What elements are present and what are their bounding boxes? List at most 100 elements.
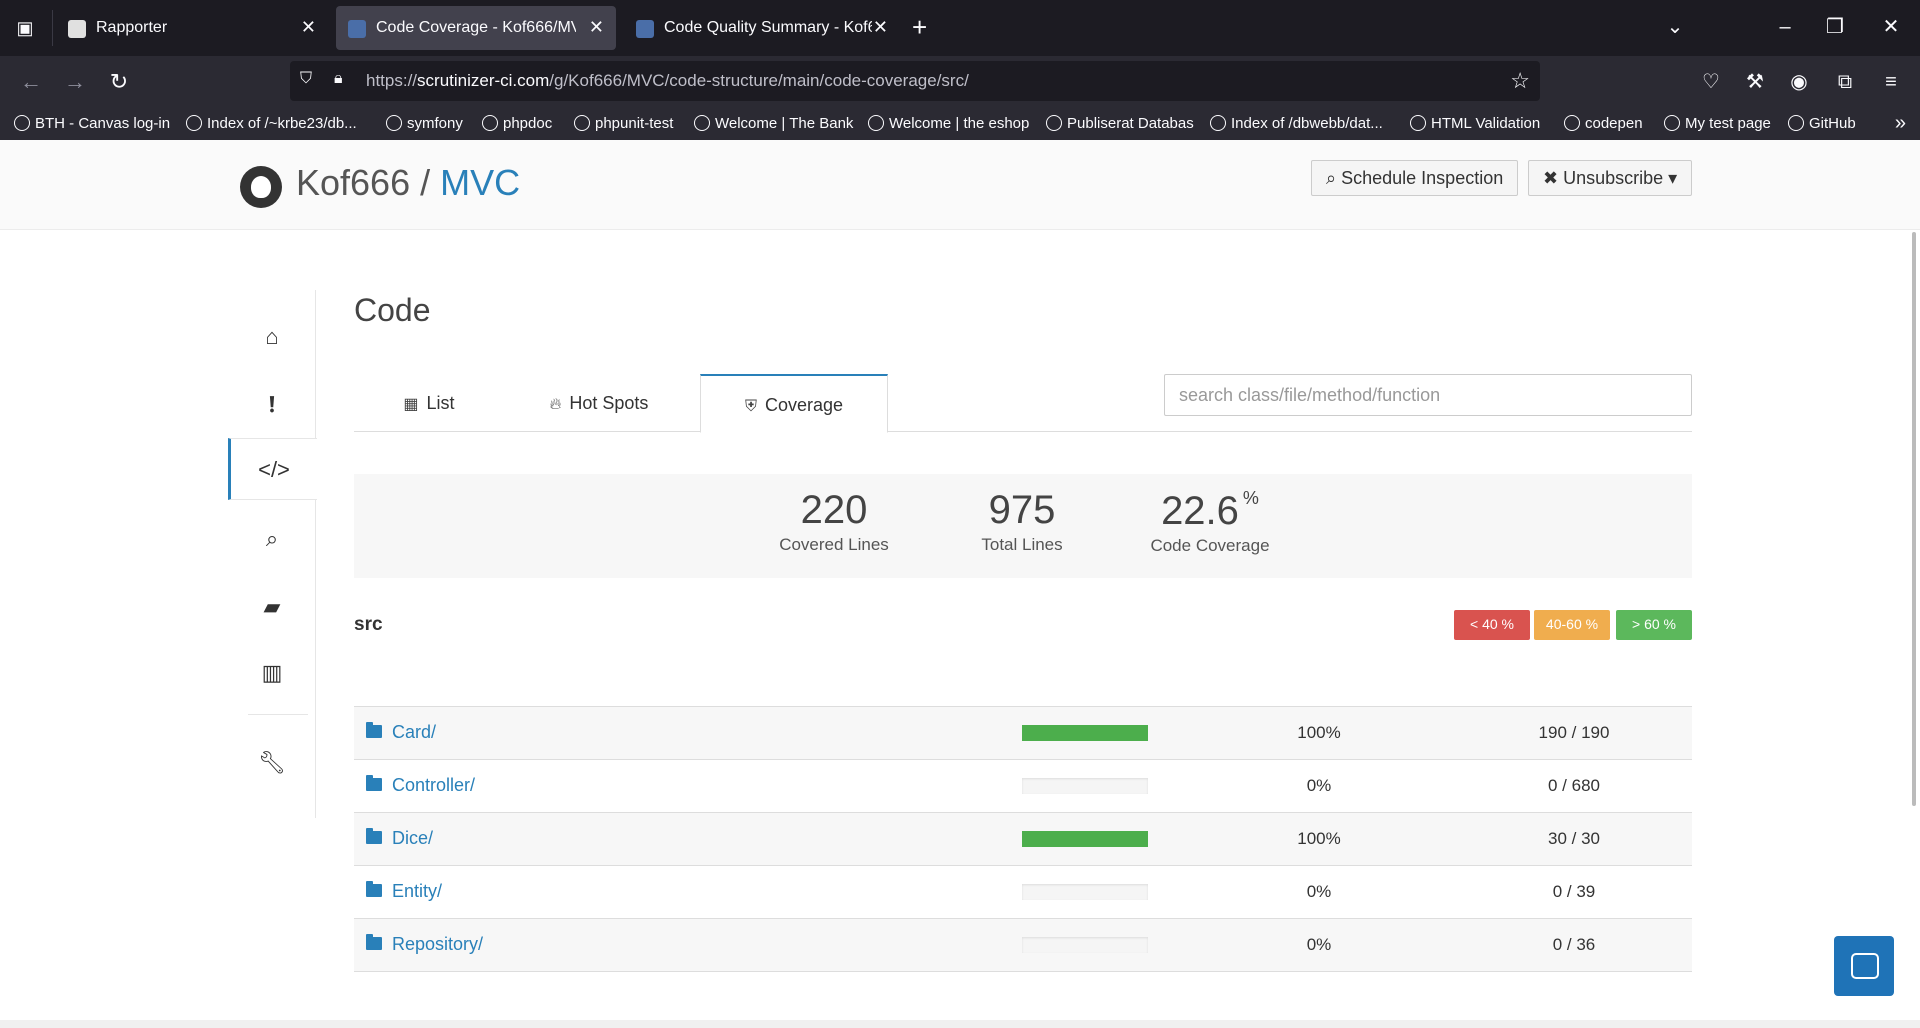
- sidebar-item-docs[interactable]: ▰: [228, 576, 316, 638]
- browser-tab-rapporter[interactable]: Rapporter ✕: [56, 6, 328, 50]
- bookmark-item[interactable]: codepen: [1564, 113, 1643, 135]
- repository-project-link[interactable]: MVC: [440, 162, 520, 203]
- code-coverage-unit: %: [1242, 488, 1259, 508]
- bookmark-item[interactable]: GitHub: [1788, 113, 1856, 135]
- globe-icon: [868, 115, 884, 131]
- tab-coverage[interactable]: ⛨ Coverage: [700, 374, 888, 433]
- folder-link[interactable]: Repository/: [392, 934, 483, 955]
- folder-link[interactable]: Controller/: [392, 775, 475, 796]
- sidebar-divider: [248, 714, 308, 715]
- schedule-inspection-button[interactable]: ⌕ Schedule Inspection: [1311, 160, 1519, 196]
- bar-chart-icon: ▥: [261, 660, 283, 685]
- lock-icon[interactable]: 🔒︎: [334, 70, 356, 92]
- browser-tab-bar: ▣ Rapporter ✕ Code Coverage - Kof666/MVC…: [0, 0, 1920, 56]
- bookmark-label: My test page: [1685, 115, 1771, 132]
- url-bar[interactable]: ⛉ 🔒︎ https://scrutinizer-ci.com/g/Kof666…: [290, 61, 1540, 101]
- restore-icon[interactable]: ❐: [1820, 14, 1850, 40]
- wrench-icon: 🔧︎: [258, 750, 286, 775]
- close-tab-icon[interactable]: ✕: [301, 17, 316, 38]
- coverage-percent: 0%: [1306, 776, 1332, 795]
- sidebar-item-issues[interactable]: ❗︎: [228, 374, 316, 436]
- bookmark-item[interactable]: My test page: [1664, 113, 1771, 135]
- tab-title: Code Coverage - Kof666/MVC: [376, 19, 576, 36]
- chat-support-button[interactable]: [1834, 936, 1894, 996]
- shield-icon: ⛨: [744, 398, 757, 415]
- bottom-edge: [0, 1020, 1920, 1028]
- repository-owner[interactable]: Kof666: [296, 162, 410, 203]
- folder-link[interactable]: Entity/: [392, 881, 442, 902]
- w3c-icon: [1410, 115, 1426, 131]
- bookmark-item[interactable]: symfony: [386, 113, 463, 135]
- sidebar-item-search[interactable]: ⌕: [228, 508, 316, 570]
- tracking-shield-icon[interactable]: ⛉: [300, 70, 322, 92]
- caret-down-icon: ▾: [1668, 168, 1678, 188]
- page-title: Code: [354, 292, 431, 328]
- code-coverage-label: Code Coverage: [1150, 536, 1270, 555]
- bookmark-item[interactable]: phpunit-test: [574, 113, 673, 135]
- bookmark-item[interactable]: Index of /dbwebb/dat...: [1210, 113, 1383, 135]
- sidebar-item-code[interactable]: </>: [228, 438, 317, 500]
- search-input[interactable]: [1164, 374, 1692, 416]
- new-tab-icon[interactable]: +: [912, 12, 927, 42]
- bookmark-item[interactable]: HTML Validation: [1410, 113, 1540, 135]
- bookmark-item[interactable]: Welcome | The Bank: [694, 113, 853, 135]
- sidebar-item-settings[interactable]: 🔧︎: [228, 732, 316, 794]
- coverage-bar: [1022, 725, 1148, 741]
- bookmark-item[interactable]: Publiserat Databas: [1046, 113, 1194, 135]
- unsubscribe-button[interactable]: ✖ Unsubscribe ▾: [1528, 160, 1693, 196]
- sidebar-item-statistics[interactable]: ▥: [228, 642, 316, 704]
- folder-link[interactable]: Card/: [392, 722, 436, 743]
- total-lines-label: Total Lines: [981, 535, 1063, 554]
- bookmark-star-icon[interactable]: ☆: [1510, 68, 1530, 94]
- fire-icon: 🔥︎: [549, 396, 562, 413]
- close-window-icon[interactable]: ✕: [1876, 14, 1906, 40]
- list-all-tabs-icon[interactable]: ⌄: [1660, 14, 1690, 40]
- browser-tab-code-coverage[interactable]: Code Coverage - Kof666/MVC ✕: [336, 6, 616, 50]
- github-icon: [240, 166, 282, 208]
- globe-icon: [186, 115, 202, 131]
- url-text[interactable]: https://scrutinizer-ci.com/g/Kof666/MVC/…: [366, 71, 969, 91]
- folder-link[interactable]: Dice/: [392, 828, 433, 849]
- reload-icon[interactable]: ↻: [104, 68, 134, 96]
- folder-icon: [366, 881, 382, 897]
- magnifier-icon: ⌕: [1326, 168, 1337, 188]
- extensions-icon[interactable]: ⧉: [1830, 68, 1860, 96]
- firefox-view-icon[interactable]: ▣: [10, 14, 40, 42]
- minimize-icon[interactable]: –: [1770, 14, 1800, 40]
- folder-icon: [366, 775, 382, 791]
- forward-icon[interactable]: →: [60, 68, 90, 96]
- bookmark-item[interactable]: Welcome | the eshop: [868, 113, 1029, 135]
- close-icon: ✖: [1543, 168, 1559, 188]
- coverage-bar: [1022, 884, 1148, 900]
- tab-hot-spots[interactable]: 🔥︎ Hot Spots: [504, 374, 694, 432]
- globe-icon: [1046, 115, 1062, 131]
- covered-lines-value: 220: [800, 488, 868, 532]
- wrench-tool-icon[interactable]: ⚒: [1740, 68, 1770, 96]
- browser-tab-code-quality[interactable]: Code Quality Summary - Kof666 ✕: [624, 6, 900, 50]
- more-bookmarks-icon[interactable]: »: [1895, 112, 1906, 135]
- close-tab-icon[interactable]: ✕: [873, 17, 888, 38]
- bookmark-item[interactable]: Index of /~krbe23/db...: [186, 113, 357, 135]
- globe-icon: [1210, 115, 1226, 131]
- back-icon[interactable]: ←: [16, 68, 46, 96]
- bookmark-label: phpdoc: [503, 115, 553, 132]
- page-scrollbar[interactable]: [1912, 232, 1916, 806]
- legend-mid-coverage: 40-60 %: [1534, 610, 1610, 640]
- tab-list[interactable]: ▦ List: [354, 374, 504, 432]
- menu-icon[interactable]: ≡: [1876, 68, 1906, 96]
- sidebar-item-home[interactable]: ⌂: [228, 306, 316, 368]
- tab-list-label: List: [426, 393, 455, 413]
- coverage-percent: 100%: [1297, 829, 1341, 848]
- close-tab-icon[interactable]: ✕: [589, 17, 604, 38]
- pocket-icon[interactable]: ♡: [1696, 68, 1726, 96]
- symfony-icon: [386, 115, 402, 131]
- tab-coverage-label: Coverage: [764, 395, 844, 415]
- coverage-percent: 0%: [1306, 882, 1332, 901]
- account-icon[interactable]: ◉: [1784, 68, 1814, 96]
- table-row: Entity/ 0% 0 / 39: [354, 866, 1692, 919]
- coverage-bar-fill: [1022, 831, 1148, 847]
- bookmark-item[interactable]: BTH - Canvas log-in: [14, 113, 170, 135]
- bookmark-item[interactable]: phpdoc: [482, 113, 552, 135]
- total-lines-stat: 975 Total Lines: [942, 488, 1102, 555]
- github-icon: [1788, 115, 1804, 131]
